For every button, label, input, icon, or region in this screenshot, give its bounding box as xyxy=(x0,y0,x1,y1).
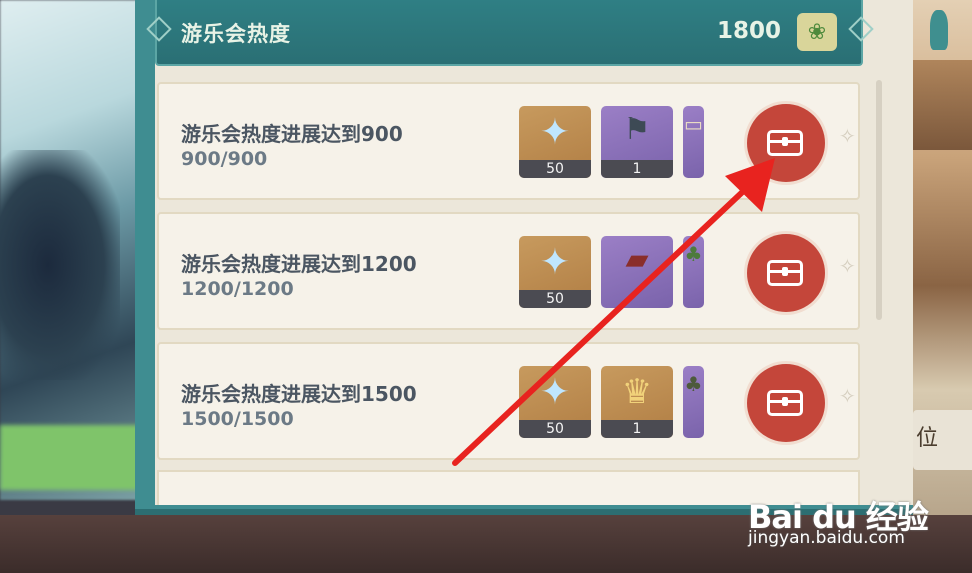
arrow-shaft xyxy=(452,180,755,466)
baidu-watermark: Bai du 经验 jingyan.baidu.com xyxy=(748,492,929,548)
watermark-url: jingyan.baidu.com xyxy=(748,528,905,548)
annotation-arrow xyxy=(452,158,775,466)
